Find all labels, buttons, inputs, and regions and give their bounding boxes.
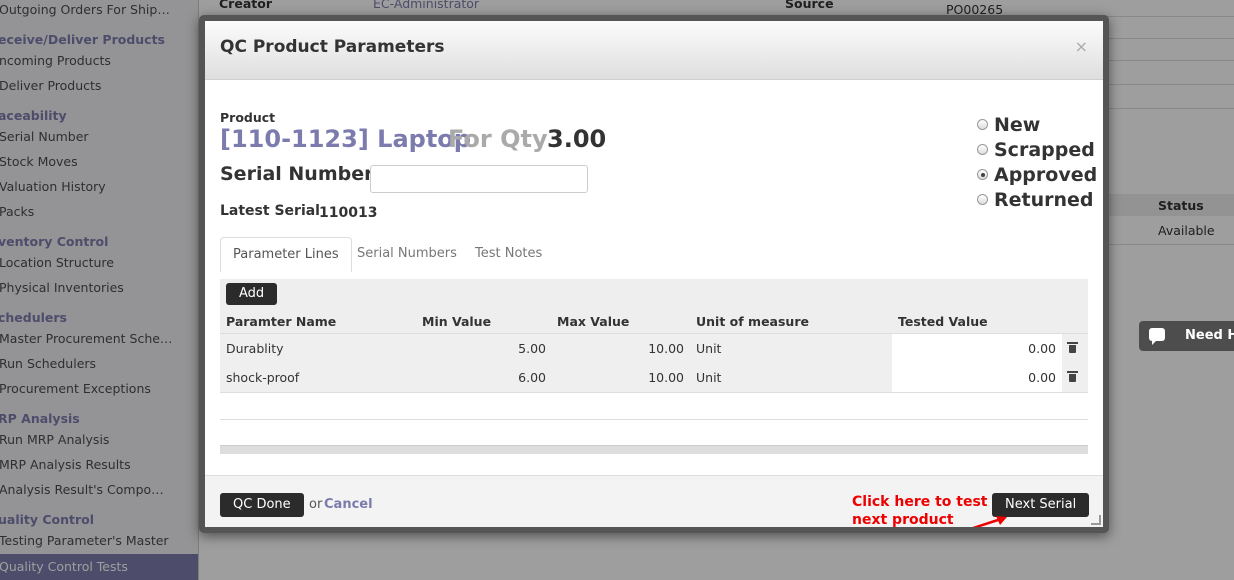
- tested-value-field[interactable]: 0.00: [892, 334, 1062, 363]
- radio-icon[interactable]: [977, 194, 988, 205]
- serial-number-label: Serial Number: [220, 163, 374, 185]
- status-radio-group: New Scrapped Approved Returned: [977, 112, 1097, 212]
- grid-toolbar: Add: [220, 279, 1088, 307]
- cell-parameter-name: shock-proof: [226, 370, 300, 385]
- column-header-min-value[interactable]: Min Value: [422, 314, 491, 329]
- dialog-header: QC Product Parameters ×: [205, 21, 1103, 80]
- latest-serial-label: Latest Serial: [220, 203, 320, 219]
- cell-unit: Unit: [696, 341, 722, 356]
- status-option-new[interactable]: New: [977, 112, 1097, 137]
- cancel-link[interactable]: Cancel: [324, 497, 373, 512]
- tab-serial-numbers[interactable]: Serial Numbers: [345, 237, 469, 271]
- status-label: New: [994, 113, 1041, 136]
- arrow-annotation-icon: [972, 516, 1007, 527]
- or-text: or: [309, 497, 323, 512]
- for-qty-label: For Qty: [448, 125, 548, 153]
- close-icon[interactable]: ×: [1075, 37, 1088, 56]
- radio-icon[interactable]: [977, 144, 988, 155]
- cell-unit: Unit: [696, 370, 722, 385]
- tab-test-notes[interactable]: Test Notes: [463, 237, 554, 271]
- grid-footer: [220, 445, 1088, 454]
- trash-icon[interactable]: [1067, 371, 1078, 382]
- column-header-unit-of-measure[interactable]: Unit of measure: [696, 314, 809, 329]
- resize-handle-icon[interactable]: [1091, 515, 1101, 525]
- tab-bar: Parameter Lines Serial Numbers Test Note…: [220, 237, 1088, 279]
- trash-icon[interactable]: [1067, 342, 1078, 353]
- status-label: Approved: [994, 163, 1098, 186]
- status-label: Returned: [994, 188, 1094, 211]
- radio-icon[interactable]: [977, 119, 988, 130]
- cell-min-value: 6.00: [518, 370, 546, 385]
- divider: [220, 419, 1088, 420]
- tab-parameter-lines[interactable]: Parameter Lines: [220, 237, 352, 272]
- cell-max-value: 10.00: [648, 341, 684, 356]
- column-header-tested-value[interactable]: Tested Value: [898, 314, 988, 329]
- product-label: Product: [220, 110, 276, 125]
- status-option-scrapped[interactable]: Scrapped: [977, 137, 1097, 162]
- qty-value: 3.00: [547, 125, 607, 153]
- status-option-approved[interactable]: Approved: [977, 162, 1097, 187]
- add-button[interactable]: Add: [226, 283, 278, 305]
- chat-icon: [1149, 328, 1165, 345]
- serial-number-input[interactable]: [370, 165, 588, 193]
- need-help-widget[interactable]: Need H: [1139, 321, 1234, 351]
- cell-parameter-name: Durablity: [226, 341, 284, 356]
- table-row[interactable]: shock-proof 6.00 10.00 Unit 0.00: [220, 363, 1088, 393]
- annotation-line: Click here to test: [852, 494, 988, 510]
- cell-max-value: 10.00: [648, 370, 684, 385]
- qc-done-button[interactable]: QC Done: [220, 493, 304, 517]
- grid-header: Paramter Name Min Value Max Value Unit o…: [220, 307, 1088, 334]
- parameter-lines-grid: Add Paramter Name Min Value Max Value Un…: [220, 279, 1088, 458]
- dialog-title: QC Product Parameters: [220, 37, 445, 57]
- radio-checked-icon[interactable]: [977, 169, 988, 180]
- tested-value-field[interactable]: 0.00: [892, 363, 1062, 392]
- cell-min-value: 5.00: [518, 341, 546, 356]
- column-header-max-value[interactable]: Max Value: [557, 314, 629, 329]
- cell-tested-value: 0.00: [1028, 370, 1056, 385]
- cell-tested-value: 0.00: [1028, 341, 1056, 356]
- column-header-parameter-name[interactable]: Paramter Name: [226, 314, 336, 329]
- table-row[interactable]: Durablity 5.00 10.00 Unit 0.00: [220, 334, 1088, 364]
- next-serial-button[interactable]: Next Serial: [992, 493, 1090, 517]
- dialog-body: Product [110-1123] Laptop For Qty 3.00 S…: [205, 79, 1103, 475]
- product-name-link[interactable]: [110-1123] Laptop: [220, 125, 471, 153]
- latest-serial-value: 110013: [319, 205, 378, 221]
- need-help-label: Need H: [1185, 328, 1234, 343]
- status-option-returned[interactable]: Returned: [977, 187, 1097, 212]
- qc-product-parameters-dialog: QC Product Parameters × Product [110-112…: [199, 15, 1109, 533]
- status-label: Scrapped: [994, 138, 1095, 161]
